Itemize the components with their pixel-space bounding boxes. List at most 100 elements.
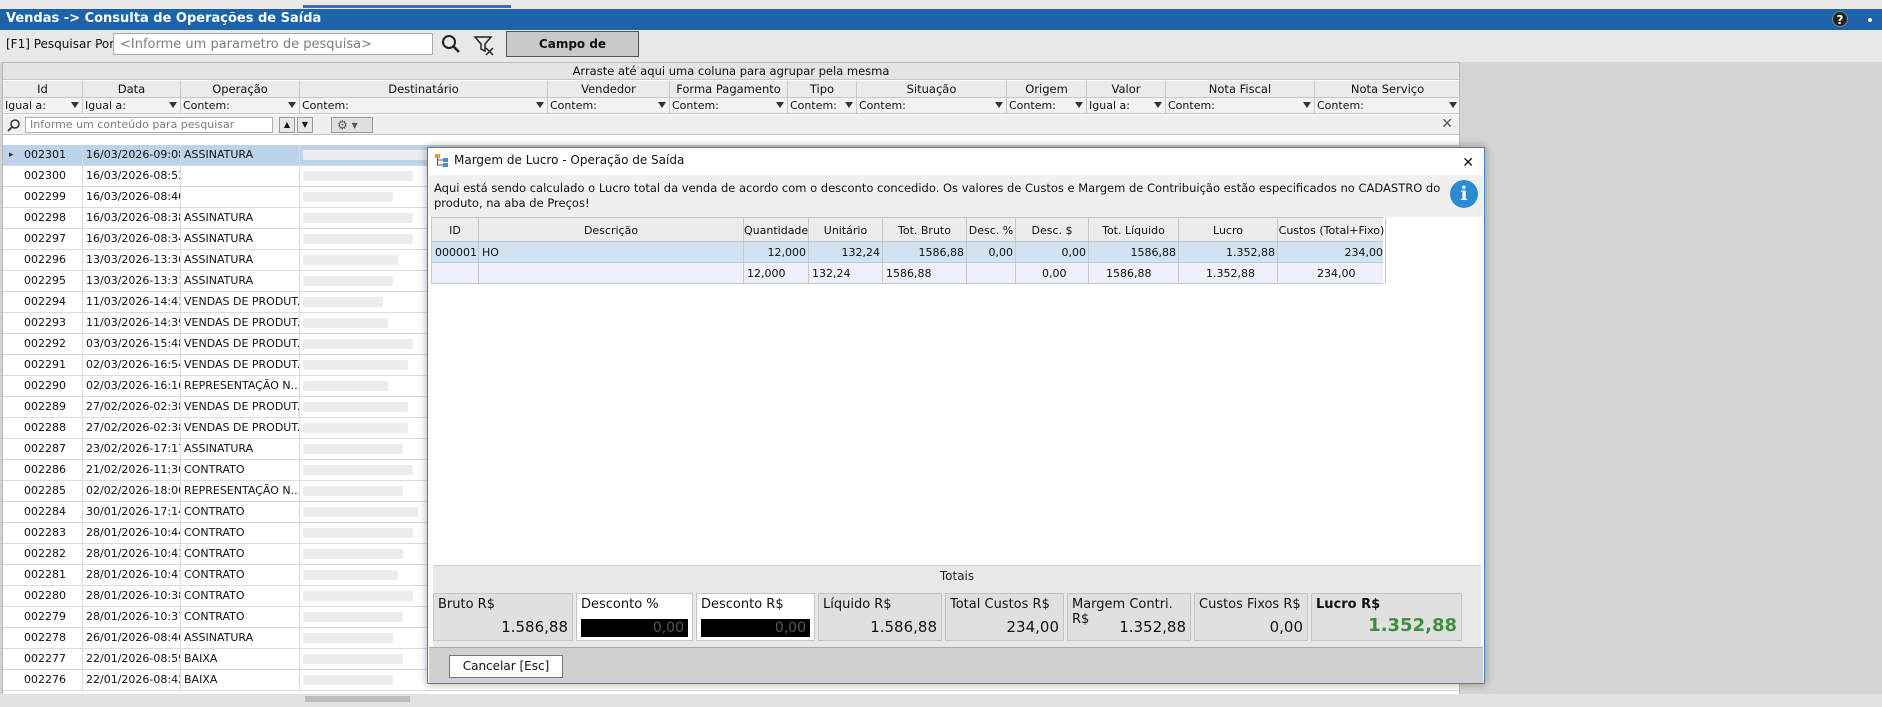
- redacted-text: [303, 549, 403, 559]
- filter-id[interactable]: Igual a:: [3, 98, 83, 114]
- filter-clear-icon[interactable]: [472, 33, 496, 57]
- cell-id: 002286: [21, 460, 83, 480]
- horizontal-scrollbar[interactable]: [0, 694, 1882, 707]
- cancel-button[interactable]: Cancelar [Esc]: [449, 655, 563, 678]
- cell-data: 22/01/2026-08:59: [83, 649, 181, 669]
- cell-id: 002292: [21, 334, 83, 354]
- col-header-situacao[interactable]: Situação: [857, 81, 1007, 98]
- find-input[interactable]: Informe um conteúdo para pesquisar: [25, 117, 273, 133]
- desconto-val[interactable]: Desconto R$ 0,00: [696, 593, 815, 641]
- dialog-title: Margem de Lucro - Operação de Saída ✕: [428, 148, 1484, 172]
- filter-icon[interactable]: [71, 102, 79, 108]
- cell-operacao: [181, 187, 300, 207]
- col-header-operacao[interactable]: Operação: [181, 81, 300, 98]
- filter-forma-pagamento[interactable]: Contem:: [670, 98, 788, 114]
- col-header-destinatario[interactable]: Destinatário: [300, 81, 548, 98]
- cell-id: 002290: [21, 376, 83, 396]
- profit-margin-dialog: Margem de Lucro - Operação de Saída ✕ Aq…: [427, 147, 1485, 684]
- search-bar: [F1] Pesquisar Por <Informe um parametro…: [0, 30, 1882, 75]
- redacted-text: [303, 213, 413, 223]
- search-icon[interactable]: [440, 33, 462, 55]
- filter-icon[interactable]: [845, 102, 853, 108]
- search-field-button[interactable]: Campo de Pesquisa: [506, 31, 639, 75]
- col-tot-bruto[interactable]: Tot. Bruto: [883, 218, 967, 243]
- col-desc-pct[interactable]: Desc. %: [967, 218, 1016, 243]
- desconto-val-input[interactable]: 0,00: [701, 619, 810, 637]
- lucro-label: Lucro R$: [1316, 597, 1381, 612]
- filter-data[interactable]: Igual a:: [83, 98, 181, 114]
- col-tot-liquido[interactable]: Tot. Líquido: [1089, 218, 1179, 243]
- filter-icon[interactable]: [1449, 102, 1457, 108]
- window-title: Vendas -> Consulta de Operações de Saída: [6, 11, 322, 26]
- filter-ns-label: Contem:: [1317, 99, 1364, 112]
- filter-icon[interactable]: [1303, 102, 1311, 108]
- info-text: Aqui está sendo calculado o Lucro total …: [434, 181, 1441, 210]
- filter-icon[interactable]: [169, 102, 177, 108]
- cell-operacao: VENDAS DE PRODUT...: [181, 292, 300, 312]
- col-header-origem[interactable]: Origem: [1007, 81, 1087, 98]
- close-icon[interactable]: ✕: [1462, 151, 1474, 175]
- filter-valor[interactable]: Igual a:: [1087, 98, 1166, 114]
- cell-data: 21/02/2026-11:30: [83, 460, 181, 480]
- filter-nota-fiscal[interactable]: Contem:: [1166, 98, 1315, 114]
- col-descricao[interactable]: Descrição: [479, 218, 744, 243]
- cell-id: 002294: [21, 292, 83, 312]
- scrollbar-thumb[interactable]: [305, 696, 410, 702]
- find-options-gear-icon[interactable]: ⚙ ▾: [331, 117, 373, 133]
- filter-tipo[interactable]: Contem:: [788, 98, 857, 114]
- filter-icon[interactable]: [1075, 102, 1083, 108]
- col-custos[interactable]: Custos (Total+Fixo): [1278, 218, 1386, 243]
- col-id[interactable]: ID: [431, 218, 479, 243]
- item-row[interactable]: 000001 HO 12,000 132,24 1586,88 0,00 0,0…: [431, 242, 1386, 263]
- col-header-nota-fiscal[interactable]: Nota Fiscal: [1166, 81, 1315, 98]
- desconto-val-label: Desconto R$: [701, 597, 784, 612]
- redacted-text: [303, 486, 403, 496]
- cell-data: 28/01/2026-10:41: [83, 565, 181, 585]
- col-header-nota-servico[interactable]: Nota Serviço: [1315, 81, 1459, 98]
- filter-icon[interactable]: [995, 102, 1003, 108]
- search-input[interactable]: <Informe um parametro de pesquisa>: [113, 33, 433, 55]
- grid-header: Id Data Operação Destinatário Vendedor F…: [3, 81, 1459, 98]
- cell-data: 02/02/2026-18:00: [83, 481, 181, 501]
- col-header-valor[interactable]: Valor: [1087, 81, 1166, 98]
- col-lucro[interactable]: Lucro: [1179, 218, 1278, 243]
- help-icon[interactable]: ?: [1832, 11, 1848, 27]
- sum-custos: 234,00: [1278, 263, 1386, 284]
- col-header-data[interactable]: Data: [83, 81, 181, 98]
- filter-vendedor[interactable]: Contem:: [548, 98, 670, 114]
- cell-operacao: CONTRATO: [181, 502, 300, 522]
- col-header-tipo[interactable]: Tipo: [788, 81, 857, 98]
- sum-desc-pct: [967, 263, 1016, 284]
- redacted-text: [303, 360, 408, 370]
- filter-icon[interactable]: [1154, 102, 1162, 108]
- desconto-pct[interactable]: Desconto % 0,00: [576, 593, 693, 641]
- window-titlebar: Vendas -> Consulta de Operações de Saída…: [0, 9, 1882, 30]
- find-next-button[interactable]: ▼: [297, 117, 313, 133]
- redacted-text: [303, 339, 413, 349]
- item-desc-val: 0,00: [1016, 242, 1089, 263]
- col-unitario[interactable]: Unitário: [809, 218, 883, 243]
- cell-operacao: CONTRATO: [181, 523, 300, 543]
- desconto-pct-input[interactable]: 0,00: [581, 619, 688, 637]
- cell-operacao: [181, 166, 300, 186]
- close-icon[interactable]: ✕: [1441, 116, 1453, 132]
- col-header-forma-pagamento[interactable]: Forma Pagamento: [670, 81, 788, 98]
- col-header-id[interactable]: Id: [3, 81, 83, 98]
- col-desc-val[interactable]: Desc. $: [1016, 218, 1089, 243]
- filter-nota-servico[interactable]: Contem:: [1315, 98, 1459, 114]
- filter-destinatario[interactable]: Contem:: [300, 98, 548, 114]
- find-prev-button[interactable]: ▲: [279, 117, 295, 133]
- filter-operacao[interactable]: Contem:: [181, 98, 300, 114]
- filter-icon[interactable]: [658, 102, 666, 108]
- filter-situacao[interactable]: Contem:: [857, 98, 1007, 114]
- item-custos: 234,00: [1278, 242, 1386, 263]
- filter-icon[interactable]: [288, 102, 296, 108]
- filter-icon[interactable]: [776, 102, 784, 108]
- cell-id: 002278: [21, 628, 83, 648]
- top-strip: [0, 0, 1882, 9]
- col-quantidade[interactable]: Quantidade: [744, 218, 809, 243]
- filter-origem[interactable]: Contem:: [1007, 98, 1087, 114]
- cell-id: 002299: [21, 187, 83, 207]
- filter-icon[interactable]: [536, 102, 544, 108]
- col-header-vendedor[interactable]: Vendedor: [548, 81, 670, 98]
